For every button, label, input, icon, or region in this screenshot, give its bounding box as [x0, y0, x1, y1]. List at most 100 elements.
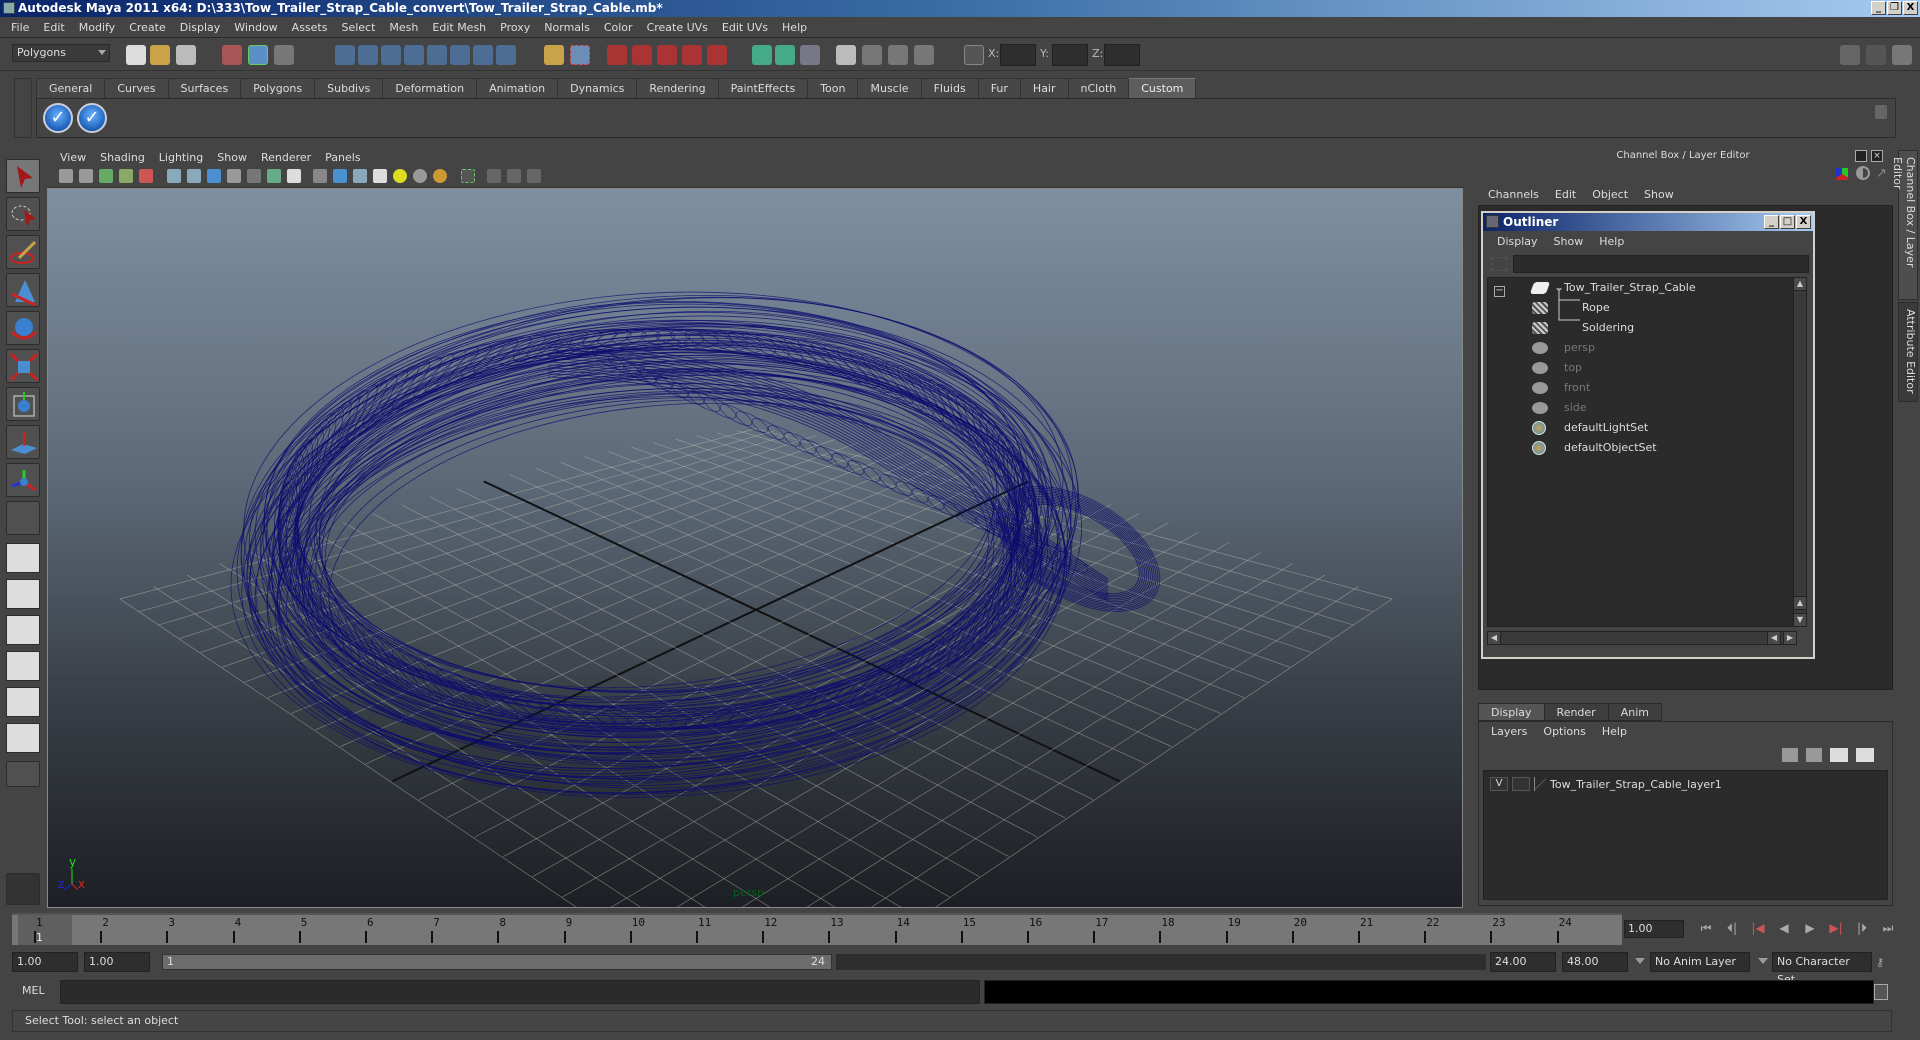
vp-menu-show[interactable]: Show — [210, 151, 254, 164]
vp-menu-panels[interactable]: Panels — [318, 151, 367, 164]
film-gate-icon[interactable] — [187, 169, 201, 183]
vp-menu-lighting[interactable]: Lighting — [152, 151, 210, 164]
step-back-key-icon[interactable]: |◀ — [1749, 920, 1767, 936]
safe-title-icon[interactable] — [287, 169, 301, 183]
scroll-left-icon[interactable]: ◀ — [1767, 631, 1781, 645]
magnet-icon[interactable] — [632, 45, 652, 65]
range-slider[interactable]: 1 24 — [162, 954, 832, 970]
menu-display[interactable]: Display — [173, 21, 228, 34]
shelf-grip[interactable] — [14, 78, 32, 138]
shelf-tab-curves[interactable]: Curves — [104, 78, 169, 98]
shelf-tab-rendering[interactable]: Rendering — [636, 78, 719, 98]
input-ops-icon[interactable] — [752, 45, 772, 65]
outliner-item[interactable]: side — [1488, 398, 1788, 418]
layout-hypershade-persp-icon[interactable] — [6, 687, 40, 717]
menu-mesh[interactable]: Mesh — [382, 21, 425, 34]
arrow-icon[interactable]: ↗ — [1876, 166, 1890, 181]
open-scene-icon[interactable] — [150, 45, 170, 65]
move-layer-down-icon[interactable] — [1806, 748, 1822, 762]
check-icon[interactable]: ✓ — [43, 103, 73, 133]
safe-action-icon[interactable] — [267, 169, 281, 183]
go-to-end-icon[interactable]: ⏭ — [1879, 920, 1897, 936]
layer-color-swatch[interactable] — [1534, 777, 1546, 791]
shelf-tab-polygons[interactable]: Polygons — [240, 78, 316, 98]
scroll-up-icon[interactable]: ▲ — [1793, 277, 1807, 291]
layer-tab-render[interactable]: Render — [1543, 703, 1609, 721]
anim-layer-dropdown[interactable]: No Anim Layer — [1650, 952, 1750, 972]
command-input[interactable] — [60, 980, 980, 1004]
cb-menu-object[interactable]: Object — [1584, 188, 1636, 201]
select-object-icon[interactable] — [248, 45, 268, 65]
menu-create-uvs[interactable]: Create UVs — [640, 21, 715, 34]
layout-more-chevron-icon[interactable] — [6, 761, 40, 787]
snap-plane-icon[interactable] — [404, 45, 424, 65]
last-tool-slot[interactable] — [6, 501, 40, 535]
playback-start-field[interactable]: 1.00 — [84, 952, 150, 972]
menu-modify[interactable]: Modify — [72, 21, 122, 34]
go-to-start-icon[interactable]: ⏮ — [1697, 920, 1715, 936]
shelf-tab-subdivs[interactable]: Subdivs — [314, 78, 384, 98]
menu-proxy[interactable]: Proxy — [493, 21, 537, 34]
manipulator-icon[interactable] — [1836, 168, 1848, 180]
save-scene-icon[interactable] — [176, 45, 196, 65]
layer-tab-display[interactable]: Display — [1478, 703, 1545, 721]
menu-edit-mesh[interactable]: Edit Mesh — [425, 21, 493, 34]
play-backwards-icon[interactable]: ◀ — [1775, 920, 1793, 936]
layout-single-perspective-icon[interactable] — [6, 543, 40, 573]
render-settings-icon[interactable] — [914, 45, 934, 65]
all-lights-icon[interactable] — [413, 169, 427, 183]
vp-menu-renderer[interactable]: Renderer — [254, 151, 318, 164]
scroll-down-icon[interactable]: ▼ — [1793, 613, 1807, 627]
key-icon[interactable]: ⚷ — [1876, 956, 1884, 969]
layout-persp-graph-icon[interactable] — [6, 651, 40, 681]
layout-outliner-persp-icon[interactable] — [6, 615, 40, 645]
shadows-icon[interactable] — [433, 169, 447, 183]
move-tool-icon[interactable] — [6, 273, 40, 307]
cb-menu-show[interactable]: Show — [1636, 188, 1682, 201]
new-layer-icon[interactable] — [1830, 748, 1848, 762]
chevron-down-icon[interactable] — [1635, 958, 1645, 964]
scroll-left-icon[interactable]: ◀ — [1487, 631, 1501, 645]
script-editor-icon[interactable] — [1874, 984, 1888, 1000]
outliner-item[interactable]: top — [1488, 358, 1788, 378]
xray-icon[interactable] — [487, 169, 501, 183]
speed-icon[interactable] — [1856, 166, 1870, 180]
menu-edit[interactable]: Edit — [36, 21, 71, 34]
image-plane-icon[interactable] — [119, 169, 133, 183]
y-field[interactable] — [1052, 44, 1088, 66]
magnet-icon[interactable] — [657, 45, 677, 65]
bookmark-icon[interactable] — [99, 169, 113, 183]
step-forward-frame-icon[interactable]: |⏵ — [1853, 920, 1871, 936]
new-layer-selected-icon[interactable] — [1856, 748, 1874, 762]
shelf-tab-fur[interactable]: Fur — [977, 78, 1021, 98]
outliner-item[interactable]: Rope — [1488, 298, 1788, 318]
menu-select[interactable]: Select — [334, 21, 382, 34]
menu-help[interactable]: Help — [775, 21, 814, 34]
cb-menu-channels[interactable]: Channels — [1480, 188, 1547, 201]
restore-button[interactable]: ❐ — [1887, 1, 1902, 15]
outliner-item[interactable]: persp — [1488, 338, 1788, 358]
menu-create[interactable]: Create — [122, 21, 173, 34]
outliner-filter-input[interactable] — [1513, 255, 1809, 273]
shelf-tab-toon[interactable]: Toon — [807, 78, 859, 98]
close-panel-icon[interactable]: × — [1871, 150, 1883, 162]
shelf-tab-ncloth[interactable]: nCloth — [1067, 78, 1130, 98]
textured-icon[interactable] — [373, 169, 387, 183]
isolate-select-icon[interactable] — [461, 169, 475, 183]
outliner-close-button[interactable]: X — [1796, 215, 1811, 229]
snap-grid-icon[interactable] — [335, 45, 355, 65]
character-set-dropdown[interactable]: No Character Set — [1772, 952, 1872, 986]
layer-visibility-toggle[interactable]: V — [1490, 777, 1508, 791]
scale-tool-icon[interactable] — [6, 349, 40, 383]
chevron-down-icon[interactable] — [1758, 958, 1768, 964]
move-layer-up-icon[interactable] — [1782, 748, 1798, 762]
select-hierarchy-icon[interactable] — [222, 45, 242, 65]
minimize-button[interactable]: _ — [1871, 1, 1886, 15]
snap-point-icon[interactable] — [381, 45, 401, 65]
outliner-item[interactable]: defaultLightSet — [1488, 418, 1788, 438]
shelf-tab-painteffects[interactable]: PaintEffects — [717, 78, 809, 98]
menu-assets[interactable]: Assets — [285, 21, 335, 34]
tool-settings-toggle-icon[interactable] — [1866, 45, 1886, 65]
layer-row[interactable]: V Tow_Trailer_Strap_Cable_layer1 — [1490, 776, 1722, 792]
wireframe-on-shaded-icon[interactable] — [353, 169, 367, 183]
